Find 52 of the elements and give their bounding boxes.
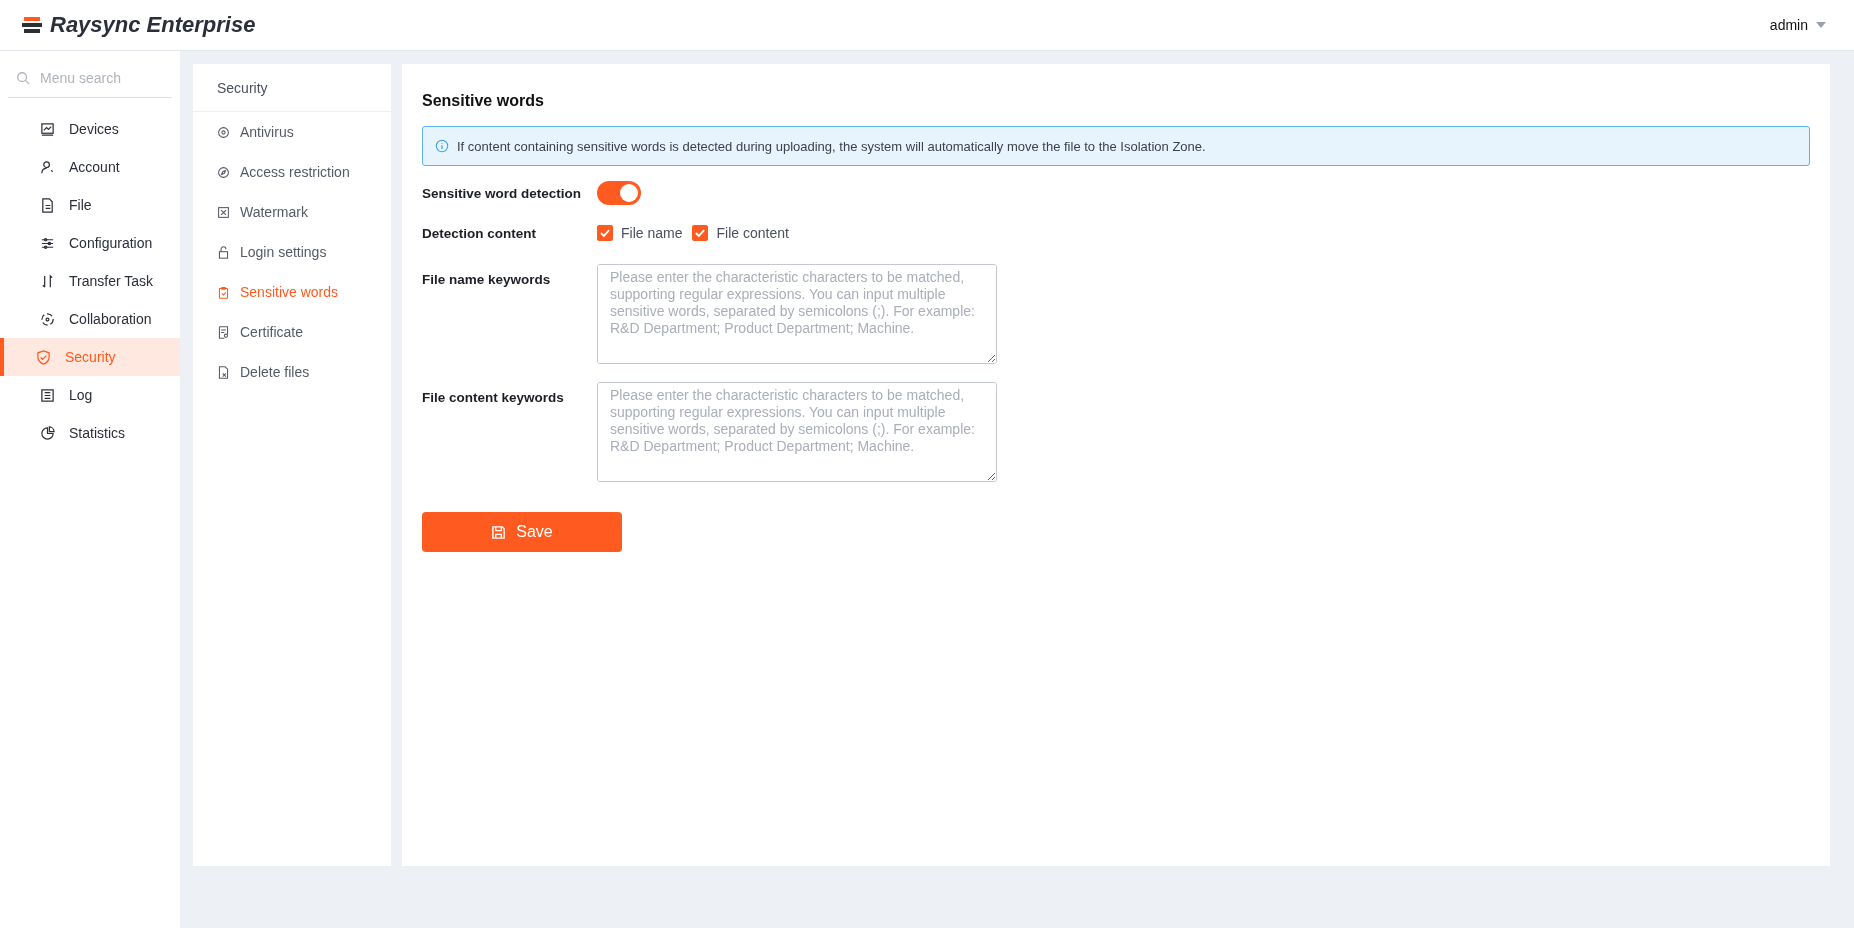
caret-icon [1816,22,1826,28]
user-icon [40,159,55,175]
submenu-item[interactable]: Antivirus [193,112,391,152]
info-icon [435,139,449,153]
info-text: If content containing sensitive words is detected during uploading, the system will automatically move the file to the Isolation Zone. [457,138,1206,154]
logo-text: Raysync Enterprise [50,12,256,38]
sidebar-item[interactable]: Devices [0,110,180,148]
submenu-item[interactable]: Delete files [193,352,391,392]
crossed-square-icon [217,205,230,219]
user-menu[interactable]: admin [1769,17,1826,33]
checkbox-label: File content [716,225,789,241]
search-icon [16,71,30,85]
menu-search-field[interactable]: Menu search [8,59,172,98]
checkbox[interactable] [597,225,613,241]
compass-icon [217,165,230,179]
arrows-icon [40,273,55,289]
document-icon [217,365,230,379]
document-icon [40,197,55,213]
sidebar-item[interactable]: File [0,186,180,224]
target-icon [217,125,230,139]
form-label: Sensitive word detection [422,185,583,201]
submenu-title: Security [193,64,391,112]
cycle-icon [40,311,55,327]
submenu-item[interactable]: Watermark [193,192,391,232]
sidebar-item[interactable]: Transfer Task [0,262,180,300]
sliders-icon [40,235,55,251]
monitor-icon [40,121,55,137]
sidebar-item[interactable]: Configuration [0,224,180,262]
keywords-field[interactable]: Please enter the characteristic characters to be matched, supporting regular expressions. You can input multiple sensitive words, separated by semicolons (;). For example: R&D Department; Product Department; Machine. [597,264,997,364]
checkbox-label: File name [621,225,683,241]
certificate-icon [217,325,230,339]
toggle-switch[interactable] [597,181,641,205]
menu-search-input[interactable]: Menu search [38,69,162,87]
submenu-item[interactable]: Access restriction [193,152,391,192]
sidebar-item[interactable]: Account [0,148,180,186]
keywords-field[interactable]: Please enter the characteristic characters to be matched, supporting regular expressions. You can input multiple sensitive words, separated by semicolons (;). For example: R&D Department; Product Department; Machine. [597,382,997,482]
submenu-item[interactable]: Certificate [193,312,391,352]
sidebar-item[interactable]: Statistics [0,414,180,452]
list-icon [40,387,55,403]
form-label: Detection content [422,225,537,241]
section-title: Sensitive words [422,92,545,110]
submenu-item[interactable]: Login settings [193,232,391,272]
sidebar-item[interactable]: Collaboration [0,300,180,338]
shield-icon [36,349,51,365]
form-label: File name keywords [422,271,552,287]
clipboard-icon [217,285,230,299]
sidebar-item[interactable]: Log [0,376,180,414]
form-label: File content keywords [422,389,565,405]
checkbox[interactable] [692,225,709,241]
lock-icon [217,245,230,259]
logo-icon [20,15,44,35]
pie-chart-icon [40,425,55,441]
